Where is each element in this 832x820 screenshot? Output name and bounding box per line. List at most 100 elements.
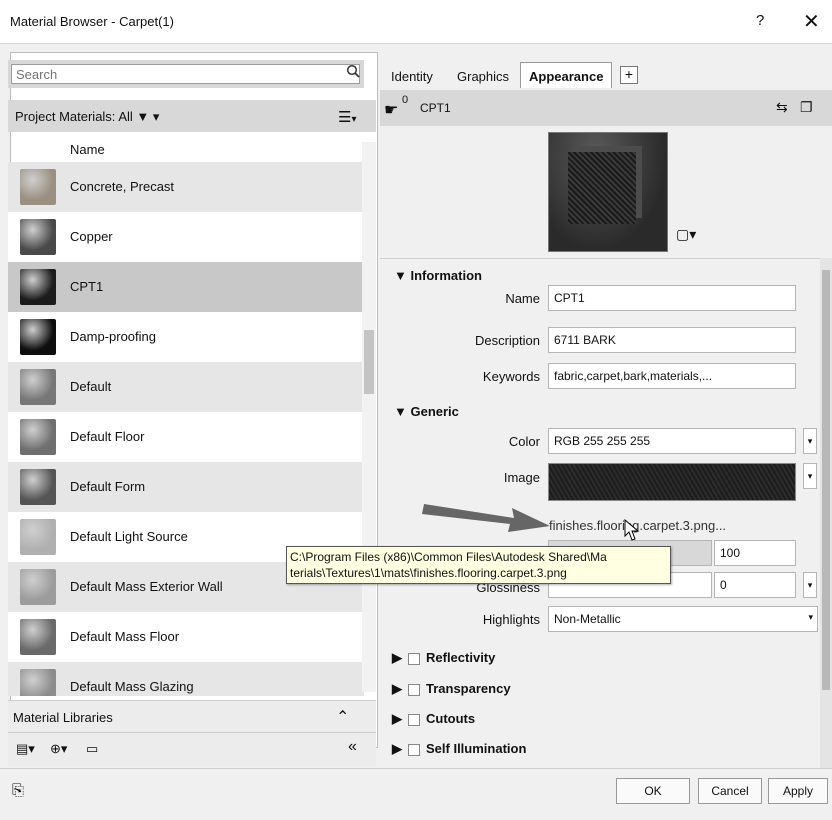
- tab-appearance[interactable]: Appearance: [520, 62, 613, 88]
- highlights-select[interactable]: Non-Metallic ▾: [548, 606, 818, 632]
- material-list-item[interactable]: Default Form: [8, 462, 364, 512]
- material-list-item[interactable]: Damp-proofing: [8, 312, 364, 362]
- chevron-down-icon: ▾: [808, 612, 813, 622]
- material-list-item[interactable]: Copper: [8, 212, 364, 262]
- section-cutouts[interactable]: ▶ Cutouts: [392, 711, 475, 727]
- material-name: Default: [70, 379, 112, 394]
- material-thumbnail: [20, 669, 56, 696]
- tooltip-line-1: C:\Program Files (x86)\Common Files\Auto…: [290, 550, 607, 564]
- name-field[interactable]: CPT1: [548, 285, 796, 311]
- library-options-icon[interactable]: ▤▾: [16, 741, 35, 757]
- material-name: Default Floor: [70, 429, 145, 444]
- apply-button[interactable]: Apply: [768, 778, 828, 804]
- image-swatch[interactable]: [548, 463, 796, 501]
- section-information[interactable]: ▼ Information: [394, 268, 482, 283]
- project-materials-label: Project Materials: All: [15, 109, 133, 124]
- project-materials-bar: Project Materials: All ▼ ▾ ☰▾: [8, 100, 376, 132]
- asset-header: ☛ 0 CPT1 ⇆ ❐: [380, 90, 832, 126]
- section-transparency[interactable]: ▶ Transparency: [392, 681, 511, 697]
- chevron-up-icon[interactable]: ⌃: [336, 707, 349, 727]
- close-button[interactable]: ✕: [803, 9, 820, 34]
- material-libraries-label: Material Libraries: [13, 710, 113, 725]
- duplicate-asset-icon[interactable]: ❐: [800, 99, 813, 116]
- list-scrollbar[interactable]: [362, 142, 376, 692]
- material-libraries-bar[interactable]: Material Libraries ⌃: [8, 700, 376, 732]
- asset-name: CPT1: [420, 101, 451, 115]
- material-list: Concrete, Precast Copper CPT1 Damp-proofing…: [8, 162, 364, 696]
- material-list-item[interactable]: Concrete, Precast: [8, 162, 364, 212]
- material-thumbnail: [20, 419, 56, 455]
- highlights-value: Non-Metallic: [554, 612, 621, 626]
- material-thumbnail: [20, 269, 56, 305]
- ok-button[interactable]: OK: [616, 778, 690, 804]
- replace-asset-icon[interactable]: ⇆: [776, 99, 788, 116]
- material-thumbnail: [20, 219, 56, 255]
- material-list-item[interactable]: Default Mass Glazing: [8, 662, 364, 696]
- material-name: Default Mass Floor: [70, 629, 180, 644]
- mouse-cursor-icon: [624, 519, 640, 541]
- keywords-field[interactable]: fabric,carpet,bark,materials,...: [548, 363, 796, 389]
- cutouts-checkbox[interactable]: [408, 713, 420, 726]
- asset-browser-icon[interactable]: ▭: [86, 741, 98, 757]
- annotation-arrow: [422, 504, 550, 532]
- section-reflectivity[interactable]: ▶ Reflectivity: [392, 650, 495, 666]
- color-dropdown[interactable]: ▾: [803, 428, 817, 454]
- material-name: CPT1: [70, 279, 104, 294]
- image-fade-value[interactable]: 100: [714, 540, 796, 566]
- cancel-button[interactable]: Cancel: [698, 778, 762, 804]
- tooltip-line-2: terials\Textures\1\mats\finishes.floorin…: [290, 566, 567, 580]
- title-bar: Material Browser - Carpet(1) ? ✕: [0, 0, 832, 44]
- material-thumbnail: [20, 169, 56, 205]
- material-thumbnail: [20, 369, 56, 405]
- material-thumbnail: [20, 619, 56, 655]
- column-header-name[interactable]: Name: [70, 142, 105, 157]
- self-illumination-checkbox[interactable]: [408, 743, 420, 756]
- properties-scroll-thumb[interactable]: [822, 270, 830, 690]
- chevron-down-icon[interactable]: ▾: [153, 109, 160, 124]
- material-name: Default Light Source: [70, 529, 188, 544]
- material-list-item[interactable]: Default: [8, 362, 364, 412]
- image-label: Image: [503, 470, 540, 485]
- material-thumbnail: [20, 519, 56, 555]
- reflectivity-checkbox[interactable]: [408, 652, 420, 665]
- material-list-item[interactable]: CPT1: [8, 262, 364, 312]
- material-name: Concrete, Precast: [70, 179, 175, 194]
- name-label: Name: [505, 291, 540, 306]
- section-self-illumination[interactable]: ▶ Self Illumination: [392, 741, 526, 757]
- image-dropdown[interactable]: ▾: [803, 463, 817, 489]
- search-bar: [8, 60, 364, 88]
- section-generic[interactable]: ▼ Generic: [394, 404, 459, 419]
- material-list-item[interactable]: Default Mass Floor: [8, 612, 364, 662]
- tab-graphics[interactable]: Graphics: [448, 62, 518, 88]
- glossiness-value[interactable]: 0: [714, 572, 796, 598]
- add-asset-button[interactable]: +: [620, 66, 638, 84]
- material-thumbnail: [20, 319, 56, 355]
- description-label: Description: [474, 333, 540, 348]
- material-thumbnail: [20, 469, 56, 505]
- search-input[interactable]: [11, 64, 360, 84]
- description-field[interactable]: 6711 BARK: [548, 327, 796, 353]
- material-name: Default Mass Glazing: [70, 679, 194, 694]
- color-field[interactable]: RGB 255 255 255: [548, 428, 796, 454]
- collapse-left-icon[interactable]: «: [348, 738, 357, 756]
- open-editor-icon[interactable]: ⎘: [12, 782, 24, 799]
- list-scroll-thumb[interactable]: [364, 330, 374, 394]
- create-material-icon[interactable]: ⊕▾: [50, 741, 67, 757]
- search-icon[interactable]: [346, 64, 360, 78]
- material-name: Default Mass Exterior Wall: [70, 579, 223, 594]
- view-options-icon[interactable]: ☰▾: [338, 108, 356, 126]
- library-toolbar: ▤▾ ⊕▾ ▭ «: [8, 732, 376, 766]
- window-title: Material Browser - Carpet(1): [10, 14, 174, 29]
- image-path-tooltip: C:\Program Files (x86)\Common Files\Auto…: [286, 546, 671, 584]
- preview-shape-dropdown[interactable]: ▢▾: [676, 226, 696, 243]
- material-list-item[interactable]: Default Floor: [8, 412, 364, 462]
- highlights-label: Highlights: [482, 612, 540, 627]
- project-materials-filter[interactable]: Project Materials: All ▼ ▾: [15, 109, 159, 125]
- filter-icon[interactable]: ▼: [136, 109, 149, 124]
- tab-identity[interactable]: Identity: [382, 62, 442, 88]
- keywords-label: Keywords: [482, 369, 540, 384]
- transparency-checkbox[interactable]: [408, 683, 420, 696]
- glossiness-dropdown[interactable]: ▾: [803, 572, 817, 598]
- asset-usage-count: 0: [402, 94, 409, 106]
- help-button[interactable]: ?: [756, 12, 764, 29]
